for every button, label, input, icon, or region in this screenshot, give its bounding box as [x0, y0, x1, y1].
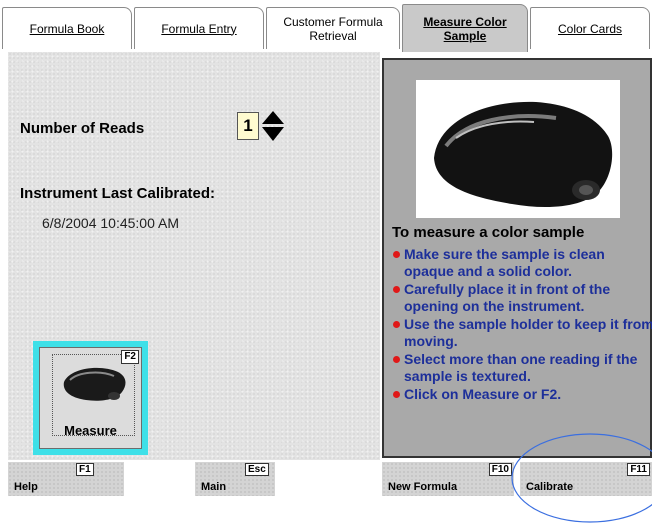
- button-label: Help: [14, 481, 38, 493]
- spin-down-icon[interactable]: [262, 127, 284, 141]
- tab-label: Measure Color Sample: [423, 14, 507, 43]
- instruction-item: Make sure the sample is clean opaque and…: [392, 246, 652, 280]
- tab-label: Formula Book: [29, 21, 105, 36]
- key-badge: F11: [627, 463, 650, 476]
- instructions-list: Make sure the sample is clean opaque and…: [392, 246, 652, 404]
- instruction-item: Select more than one reading if the samp…: [392, 351, 652, 385]
- button-label: Main: [201, 481, 227, 493]
- tab-formula-entry[interactable]: Formula Entry: [134, 7, 264, 49]
- measure-label: Measure: [64, 423, 117, 438]
- measure-button[interactable]: F2 Measure: [33, 341, 148, 455]
- calibrated-value: 6/8/2004 10:45:00 AM: [42, 215, 179, 231]
- tab-measure-color-sample[interactable]: Measure Color Sample: [402, 4, 528, 52]
- tab-bar: Formula Book Formula Entry Customer Form…: [0, 0, 652, 52]
- tab-formula-book[interactable]: Formula Book: [2, 7, 132, 49]
- button-label: Calibrate: [526, 481, 574, 493]
- key-badge: F10: [488, 463, 512, 476]
- instruction-item: Carefully place it in front of the openi…: [392, 281, 652, 315]
- instructions-title: To measure a color sample: [392, 224, 585, 241]
- calibrated-label: Instrument Last Calibrated:: [20, 185, 216, 202]
- function-key-bar: F1 Help Esc Main F10 New Formula F11 Cal…: [0, 462, 652, 496]
- reads-value-field[interactable]: 1: [237, 112, 259, 140]
- tab-label: Customer Formula Retrieval: [283, 14, 383, 43]
- measure-button-face: F2 Measure: [39, 347, 142, 449]
- measure-key-badge: F2: [121, 350, 139, 364]
- instruction-item: Click on Measure or F2.: [392, 386, 652, 403]
- button-label: New Formula: [388, 481, 458, 493]
- spin-up-icon[interactable]: [262, 111, 284, 124]
- help-button[interactable]: F1 Help: [8, 462, 124, 496]
- calibrate-button[interactable]: F11 Calibrate: [520, 462, 652, 496]
- instructions-panel-wrapper: To measure a color sample Make sure the …: [382, 52, 652, 460]
- tab-color-cards[interactable]: Color Cards: [530, 7, 650, 49]
- spectrophotometer-image: [434, 101, 613, 208]
- new-formula-button[interactable]: F10 New Formula: [382, 462, 514, 496]
- instructions-panel: To measure a color sample Make sure the …: [382, 58, 652, 458]
- spectrophotometer-icon: [63, 367, 126, 401]
- tab-label: Formula Entry: [161, 21, 237, 36]
- measurement-panel: Number of Reads 1 Instrument Last Calibr…: [8, 52, 380, 460]
- main-button[interactable]: Esc Main: [195, 462, 275, 496]
- reads-label: Number of Reads: [20, 120, 145, 137]
- tab-label: Color Cards: [557, 21, 623, 36]
- key-badge: F1: [76, 463, 94, 476]
- reads-spinner[interactable]: [261, 110, 285, 142]
- tab-customer-formula-retrieval[interactable]: Customer Formula Retrieval: [266, 7, 400, 49]
- instrument-photo: [416, 80, 620, 218]
- instruction-item: Use the sample holder to keep it from mo…: [392, 316, 652, 350]
- key-badge: Esc: [245, 463, 269, 476]
